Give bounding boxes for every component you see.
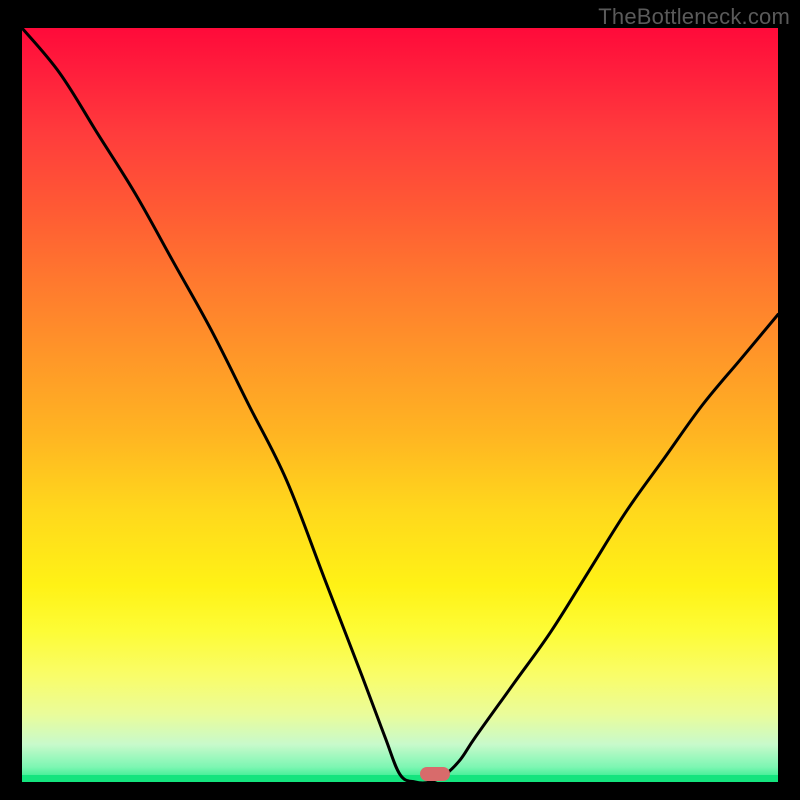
bottleneck-curve — [22, 28, 778, 782]
curve-path — [22, 28, 778, 782]
chart-frame: TheBottleneck.com — [0, 0, 800, 800]
optimal-point-marker-icon — [420, 767, 450, 781]
watermark-text: TheBottleneck.com — [598, 4, 790, 30]
plot-area — [22, 28, 778, 782]
